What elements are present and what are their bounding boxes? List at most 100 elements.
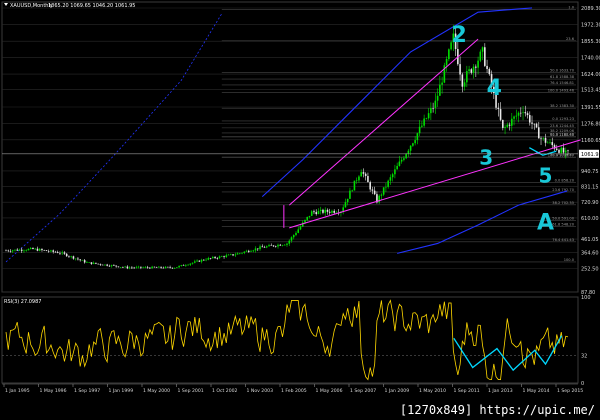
candle-body xyxy=(133,267,135,269)
fib-label: 0.0 858.20 xyxy=(555,179,575,183)
fib-label: 23.6 792.70 xyxy=(552,188,574,192)
candle-body xyxy=(162,267,165,269)
candle-body xyxy=(149,267,151,269)
candle-body xyxy=(389,177,392,181)
fib-label: 61.8 1182.48 xyxy=(550,133,575,137)
candle-body xyxy=(468,69,470,72)
candle-body xyxy=(160,266,162,268)
candle-body xyxy=(367,176,369,183)
price-axis-label: 1391.55 xyxy=(581,105,600,111)
candle-body xyxy=(155,267,158,268)
candle-body xyxy=(200,259,203,262)
candle-body xyxy=(416,133,419,141)
price-axis-label: 1740.00 xyxy=(581,56,600,62)
time-axis-label: 1 Jan 2013 xyxy=(488,388,513,394)
chart-canvas[interactable]: 1.0 23.6 38.2 1383.30 50.0 1633.70 61.8 1588… xyxy=(0,0,600,420)
candle-body xyxy=(549,142,551,143)
fib-label: 76.4 1546.81 xyxy=(550,81,574,85)
candle-body xyxy=(104,264,106,266)
candle-body xyxy=(243,251,246,253)
candle-body xyxy=(481,47,484,52)
candle-body xyxy=(472,66,475,73)
candle-body xyxy=(23,250,25,252)
rsi-projection xyxy=(453,335,563,372)
candle-body xyxy=(189,263,192,265)
candle-body xyxy=(191,262,194,264)
candle-body xyxy=(513,116,515,119)
candle-body xyxy=(68,256,70,257)
candle-body xyxy=(362,172,365,174)
candle-body xyxy=(113,265,115,266)
candle-body xyxy=(528,115,531,123)
candle-body xyxy=(173,267,176,269)
fib-label: 61.8 548.20 xyxy=(552,223,574,227)
candle-body xyxy=(90,262,93,264)
candle-body xyxy=(504,126,506,128)
candle-body xyxy=(567,150,569,152)
candle-body xyxy=(358,176,360,181)
candle-body xyxy=(205,259,207,261)
time-axis-label: 1 Nov 2003 xyxy=(247,388,274,394)
candle-body xyxy=(167,266,169,268)
candle-body xyxy=(407,150,410,154)
ohlc-label: 1065.20 1069.65 1046.20 1061.95 xyxy=(48,3,135,9)
candle-body xyxy=(326,209,329,212)
candle-body xyxy=(297,229,300,233)
candle-body xyxy=(373,190,376,195)
time-axis-label: 1 May 2006 xyxy=(316,388,343,394)
time-axis-label: 1 Jan 1999 xyxy=(109,388,134,394)
candle-body xyxy=(313,211,315,213)
candle-body xyxy=(110,265,113,267)
candle-body xyxy=(387,180,389,187)
candle-body xyxy=(212,257,214,259)
candle-body xyxy=(477,60,479,68)
candle-body xyxy=(20,249,23,251)
candle-body xyxy=(128,267,131,269)
candle-body xyxy=(14,249,16,251)
candle-body xyxy=(140,266,142,268)
price-axis-label: 1855.30 xyxy=(581,39,600,45)
candle-body xyxy=(270,245,273,246)
candle-body xyxy=(488,68,491,75)
candle-body xyxy=(315,212,318,215)
rsi-label: RSI(3) 27.0987 xyxy=(4,299,41,305)
candle-body xyxy=(526,113,529,116)
left-band xyxy=(5,13,223,263)
candle-body xyxy=(11,250,14,252)
candle-body xyxy=(310,211,313,216)
candle-body xyxy=(50,250,52,252)
price-axis-label: 1972.30 xyxy=(581,23,600,29)
candle-body xyxy=(187,264,189,266)
candle-body xyxy=(81,260,84,261)
candle-body xyxy=(234,254,237,256)
candle-body xyxy=(425,118,428,119)
candle-body xyxy=(38,249,41,251)
candle-body xyxy=(421,125,423,127)
fib-label: 76.4 441.43 xyxy=(552,238,574,242)
watermark[interactable]: [1270x849] https://upic.me/ xyxy=(396,401,598,419)
candle-body xyxy=(223,256,225,257)
time-axis-label: 1 Feb 2005 xyxy=(281,388,307,394)
candle-body xyxy=(515,115,518,117)
time-axis: 1 Jan 1995 1 May 1996 1 Sep 1997 1 Jan 1999… xyxy=(2,383,583,394)
candle-body xyxy=(180,265,183,266)
candle-body xyxy=(27,248,30,251)
candle-body xyxy=(241,252,243,254)
candle-body xyxy=(346,198,349,203)
candle-body xyxy=(225,255,228,257)
candle-body xyxy=(542,137,545,139)
price-axis-label: 252.50 xyxy=(581,267,599,273)
fib-label: 50.0 591.00 xyxy=(552,217,574,221)
candle-body xyxy=(405,153,407,159)
candle-body xyxy=(306,216,309,220)
time-axis-label: 1 Sep 2007 xyxy=(350,388,376,394)
candle-body xyxy=(546,142,549,144)
candle-body xyxy=(79,259,81,261)
rsi-axis-label: 0 xyxy=(581,381,584,387)
candle-body xyxy=(360,172,362,177)
symbol-label: XAUUSD,Monthly xyxy=(10,3,53,9)
candle-body xyxy=(254,248,257,251)
rsi-line xyxy=(5,299,569,381)
candle-body xyxy=(126,266,129,269)
fib-label: 23.6 1244.45 xyxy=(550,124,574,128)
